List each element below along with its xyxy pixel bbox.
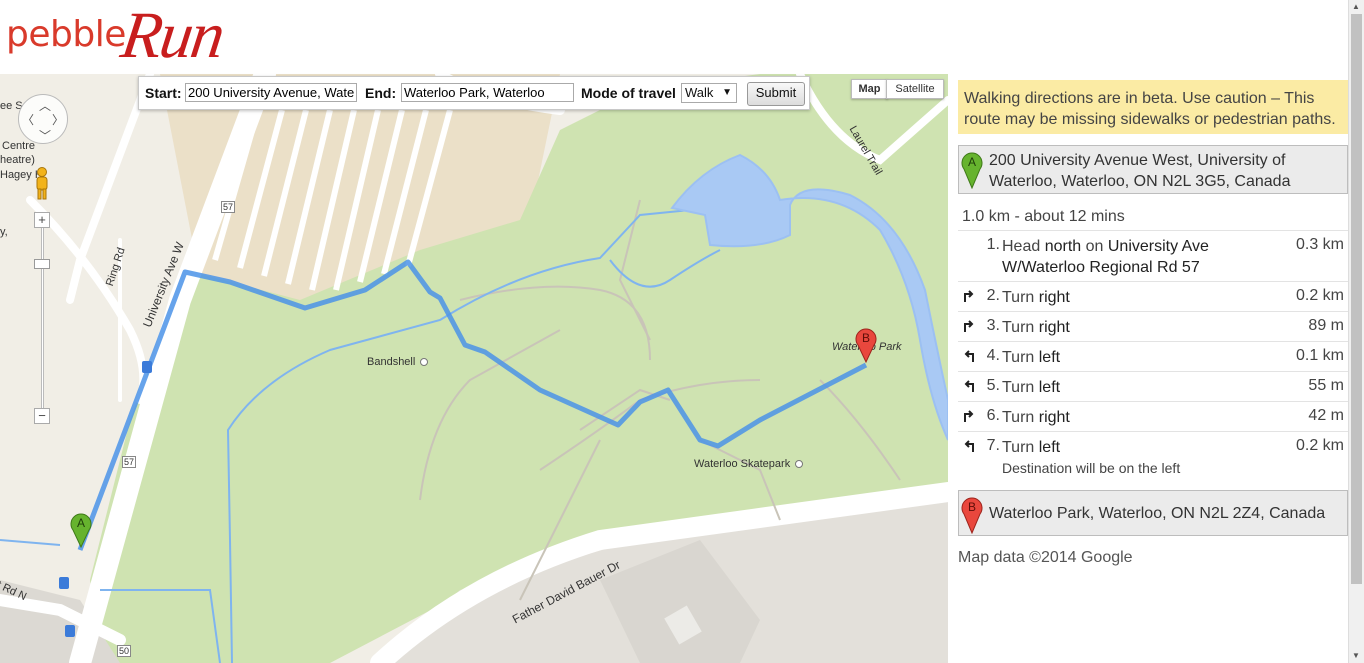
step-instruction: Turn left — [1002, 379, 1061, 396]
step-distance: 0.2 km — [1295, 287, 1344, 304]
step-instruction: Turn left — [1002, 439, 1061, 456]
zoom-slider-track[interactable] — [41, 220, 44, 416]
step-distance: 0.2 km — [1295, 437, 1344, 454]
bandshell-label: Bandshell — [367, 356, 416, 368]
step-number: 6. — [986, 407, 1000, 424]
step-instruction: Turn right — [1002, 289, 1070, 306]
pan-down-icon[interactable]: ﹀ — [39, 127, 51, 144]
road-57-shield-2: 57 — [122, 456, 137, 468]
turn-right-icon — [964, 320, 974, 332]
beta-warning: Walking directions are in beta. Use caut… — [958, 80, 1348, 134]
marker-a-text: A — [77, 516, 85, 530]
step-note: Destination will be on the left — [1002, 460, 1181, 476]
map-label-centre: Centre — [2, 140, 36, 152]
step-number: 2. — [986, 287, 1000, 304]
direction-step[interactable]: 5. Turn left 55 m — [958, 371, 1348, 401]
map-type-map-button[interactable]: Map — [851, 79, 888, 99]
scroll-down-icon[interactable]: ▼ — [1352, 651, 1360, 660]
turn-right-icon — [964, 290, 974, 302]
scrollbar-thumb[interactable] — [1351, 14, 1362, 584]
end-address-box[interactable]: B Waterloo Park, Waterloo, ON N2L 2Z4, C… — [958, 490, 1348, 536]
start-pin-a-icon: A — [961, 152, 983, 189]
skatepark-poi-icon — [795, 460, 803, 468]
direction-step[interactable]: 4. Turn left 0.1 km — [958, 341, 1348, 371]
mode-label: Mode of travel — [581, 85, 676, 101]
step-distance: 42 m — [1308, 407, 1344, 424]
end-pin-text: B — [968, 500, 976, 514]
end-marker-b-icon[interactable]: B — [855, 325, 877, 363]
step-number: 4. — [986, 347, 1000, 364]
turn-left-icon — [964, 440, 974, 452]
step-instruction: Turn left — [1002, 349, 1061, 366]
direction-step[interactable]: 2. Turn right 0.2 km — [958, 281, 1348, 311]
direction-step[interactable]: 1. Head north on University Ave W/Waterl… — [958, 230, 1348, 281]
end-pin-b-icon: B — [961, 497, 983, 534]
pan-right-icon[interactable]: 〉 — [52, 111, 64, 128]
step-number: 3. — [986, 317, 1000, 334]
route-summary: 1.0 km - about 12 mins — [962, 208, 1125, 225]
pan-up-icon[interactable]: ︿ — [39, 97, 51, 114]
step-instruction: Head north on University Ave W/Waterloo … — [1002, 238, 1209, 276]
end-label: End: — [365, 85, 397, 101]
end-address: Waterloo Park, Waterloo, ON N2L 2Z4, Can… — [989, 505, 1326, 522]
dropdown-arrow-icon: ▼ — [722, 87, 732, 98]
step-distance: 55 m — [1308, 377, 1344, 394]
start-address-box[interactable]: A 200 University Avenue West, University… — [958, 145, 1348, 194]
page-scrollbar[interactable]: ▲ ▼ — [1348, 0, 1364, 663]
road-50-shield: 50 — [117, 645, 132, 657]
direction-step[interactable]: 6. Turn right 42 m — [958, 401, 1348, 431]
step-number: 1. — [986, 236, 1000, 253]
step-distance: 0.1 km — [1295, 347, 1344, 364]
pan-left-icon[interactable]: 〈 — [22, 111, 34, 128]
mode-select[interactable]: Walk ▼ — [681, 83, 737, 103]
map-type-satellite-button[interactable]: Satellite — [886, 79, 944, 99]
turn-left-icon — [964, 380, 974, 392]
road-57-shield: 57 — [221, 201, 236, 213]
step-distance: 0.3 km — [1295, 236, 1344, 253]
step-number: 7. — [986, 437, 1000, 454]
step-instruction: Turn right — [1002, 319, 1070, 336]
start-marker-a-icon[interactable]: A — [70, 510, 92, 548]
step-instruction: Turn right — [1002, 409, 1070, 426]
turn-right-icon — [964, 410, 974, 422]
step-distance: 89 m — [1308, 317, 1344, 334]
step-number: 5. — [986, 377, 1000, 394]
zoom-out-button[interactable]: − — [34, 408, 50, 424]
start-pin-text: A — [968, 155, 976, 169]
pan-control[interactable]: ︿ ﹀ 〈 〉 — [18, 94, 68, 144]
start-address: 200 University Avenue West, University o… — [989, 152, 1291, 190]
map[interactable]: Bandshell Waterloo Park Waterloo Skatepa… — [0, 74, 948, 663]
zoom-in-button[interactable]: + — [34, 212, 50, 228]
mode-select-value: Walk — [685, 85, 714, 100]
bus-stop-icon[interactable] — [59, 577, 69, 589]
map-label-fragment-y: y, — [0, 226, 8, 238]
start-input[interactable] — [185, 83, 357, 102]
logo-pebble-text: pebble — [6, 14, 126, 55]
route-form: Start: End: Mode of travel Walk ▼ Submit — [138, 76, 810, 110]
direction-step[interactable]: 7. Turn left 0.2 km Destination will be … — [958, 431, 1348, 482]
turn-left-icon — [964, 350, 974, 362]
bandshell-poi-icon — [420, 358, 428, 366]
start-label: Start: — [145, 85, 182, 101]
submit-button[interactable]: Submit — [747, 82, 805, 106]
scroll-up-icon[interactable]: ▲ — [1352, 2, 1360, 11]
bus-stop-icon[interactable] — [142, 361, 152, 373]
map-label-theatre: heatre) — [0, 154, 35, 166]
pegman-icon[interactable] — [34, 166, 50, 200]
skatepark-label: Waterloo Skatepark — [694, 458, 791, 470]
logo-run-text: Run — [116, 0, 228, 72]
marker-b-text: B — [862, 331, 870, 345]
header: pebble Run — [0, 0, 1348, 74]
end-input[interactable] — [401, 83, 574, 102]
map-data-attribution: Map data ©2014 Google — [958, 549, 1133, 566]
zoom-slider-thumb[interactable] — [34, 259, 50, 269]
bus-stop-icon[interactable] — [65, 625, 75, 637]
direction-step[interactable]: 3. Turn right 89 m — [958, 311, 1348, 341]
